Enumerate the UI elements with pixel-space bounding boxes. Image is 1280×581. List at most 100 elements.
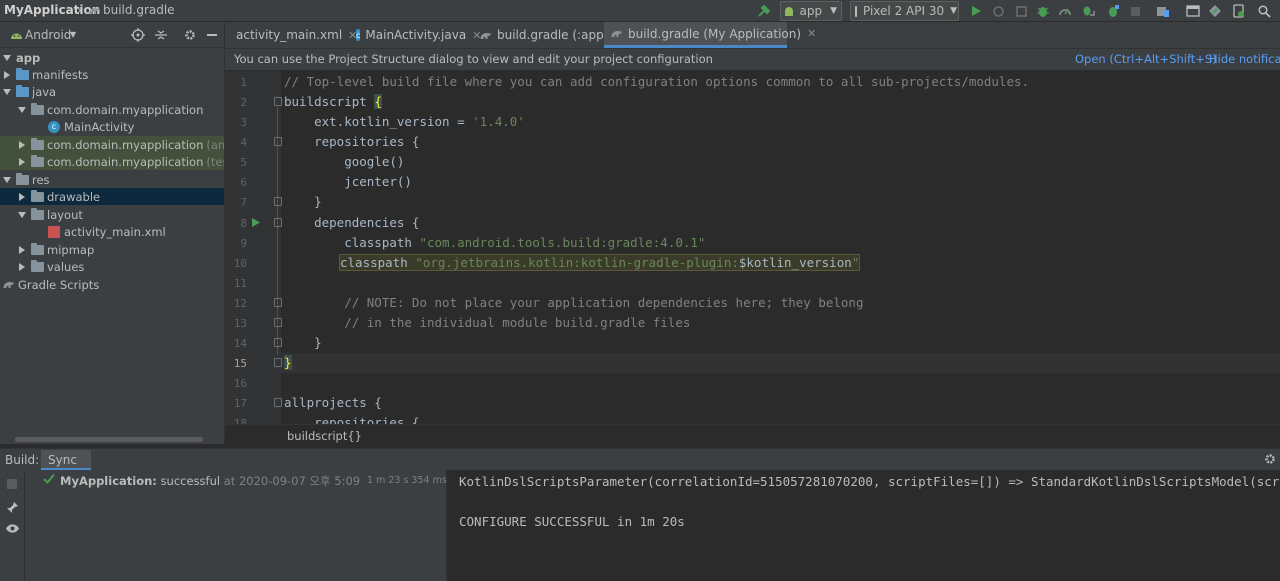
project-tree: app manifests java com.domain.myapplicat… [0, 48, 224, 444]
hide-notification-link[interactable]: Hide notificatio [1209, 52, 1280, 66]
chevron-down-icon[interactable] [2, 53, 12, 63]
tab-label: Sync [48, 453, 77, 467]
code-token: classpath [340, 255, 416, 270]
gear-icon[interactable] [183, 28, 197, 45]
fold-marker[interactable] [274, 137, 282, 146]
build-console[interactable]: KotlinDslScriptsParameter(correlationId=… [447, 470, 1280, 581]
stop-icon[interactable] [7, 479, 17, 489]
chevron-right-icon[interactable] [17, 262, 27, 272]
tree-item-res[interactable]: res [0, 171, 224, 188]
chevron-right-icon[interactable] [17, 245, 27, 255]
fold-marker[interactable] [274, 197, 282, 206]
folder-icon [31, 242, 44, 255]
tree-item-mipmap[interactable]: mipmap [0, 241, 224, 258]
chevron-right-icon[interactable] [17, 140, 27, 150]
tab-label: build.gradle (My Application) [628, 26, 802, 41]
fold-marker[interactable] [274, 298, 282, 307]
tree-item-values[interactable]: values [0, 258, 224, 275]
hide-panel-icon[interactable] [207, 34, 217, 36]
apply-code-changes-icon[interactable] [1013, 2, 1029, 20]
debug-icon[interactable] [1035, 2, 1051, 20]
line-number: 6 [240, 176, 247, 189]
profile-icon[interactable] [1057, 2, 1073, 20]
run-icon[interactable] [968, 2, 984, 20]
tree-item-gradle-scripts[interactable]: Gradle Scripts [0, 276, 224, 293]
device-select[interactable]: Pixel 2 API 30 ▼ [850, 1, 959, 21]
sdk-manager-icon[interactable] [1207, 2, 1223, 20]
line-number: 3 [240, 116, 247, 129]
run-config-select[interactable]: app ▼ [780, 1, 842, 21]
code-line-13: // in the individual module build.gradle… [284, 315, 691, 330]
line-number: 8 [240, 217, 247, 230]
code-line-6: jcenter() [284, 174, 412, 189]
tree-item-layout[interactable]: layout [0, 206, 224, 223]
search-everywhere-icon[interactable] [1256, 2, 1272, 20]
tree-item-label: manifests [32, 67, 89, 82]
run-gutter-icon[interactable] [251, 217, 261, 231]
breadcrumb-scope[interactable]: buildscript{} [287, 429, 362, 443]
code-line-3: ext.kotlin_version = '1.4.0' [284, 112, 525, 132]
java-class-icon: c [48, 120, 60, 133]
avd-manager-icon[interactable] [1230, 2, 1246, 20]
fold-marker[interactable] [274, 398, 282, 407]
chevron-right-icon[interactable] [17, 192, 27, 202]
tree-item-java[interactable]: java [0, 83, 224, 100]
tree-item-label: mipmap [47, 242, 95, 257]
fold-marker[interactable] [274, 338, 282, 347]
tree-item-package-test[interactable]: com.domain.myapplication (test) [0, 153, 224, 170]
chevron-down-icon[interactable] [2, 175, 12, 185]
build-window-header: Build: Sync ✕ [0, 448, 1280, 481]
chevron-right-icon[interactable] [2, 70, 12, 80]
pin-icon[interactable] [6, 501, 19, 517]
tab-build-gradle-app[interactable]: build.gradle (:app) ✕ [473, 22, 624, 48]
gear-icon[interactable] [1263, 452, 1277, 469]
tree-item-package[interactable]: com.domain.myapplication [0, 101, 224, 118]
project-view-mode[interactable]: Android [25, 28, 71, 42]
layout-inspector-icon[interactable] [1185, 2, 1201, 20]
chevron-down-icon[interactable] [2, 87, 12, 97]
open-project-structure-link[interactable]: Open (Ctrl+Alt+Shift+S) [1075, 52, 1217, 66]
chevron-right-icon[interactable] [17, 157, 27, 167]
tree-item-mainactivity[interactable]: c MainActivity [0, 118, 224, 135]
code-token: ext.kotlin_version = [284, 114, 473, 129]
tree-item-drawable[interactable]: drawable [0, 188, 224, 205]
chevron-down-icon[interactable] [17, 210, 27, 220]
project-horizontal-scrollbar[interactable] [15, 437, 203, 442]
device-icon [855, 5, 857, 17]
tab-build-gradle-my-application[interactable]: build.gradle (My Application) ✕ [604, 22, 816, 48]
tree-item-package-androidtest[interactable]: com.domain.myapplication (androidT [0, 136, 224, 153]
tab-activity-main-xml[interactable]: activity_main.xml ✕ [225, 22, 357, 48]
fold-marker[interactable] [274, 218, 282, 227]
apply-changes-icon[interactable] [990, 2, 1006, 20]
chevron-down-icon[interactable] [17, 105, 27, 115]
tab-mainactivity-java[interactable]: c MainActivity.java ✕ [350, 22, 481, 48]
project-structure-icon[interactable] [1155, 2, 1171, 20]
build-entry[interactable]: MyApplication: successful at 2020-09-07 … [60, 473, 360, 489]
code-line-1: // Top-level build file where you can ad… [284, 74, 1030, 89]
eye-icon[interactable] [5, 523, 20, 537]
breadcrumb-file[interactable]: build.gradle [103, 3, 175, 17]
editor-notification-bar: You can use the Project Structure dialog… [225, 49, 1280, 70]
tree-item-label: MainActivity [64, 119, 135, 134]
tree-item-manifests[interactable]: manifests [0, 66, 224, 83]
tree-item-app[interactable]: app [0, 49, 224, 66]
code-token: classpath [284, 235, 420, 250]
chevron-down-icon[interactable]: ▼ [70, 30, 76, 39]
close-icon[interactable]: ✕ [807, 27, 816, 40]
breadcrumb-project[interactable]: MyApplication [4, 3, 100, 17]
code-editor[interactable]: 1 2 3 4 5 6 7 8 9 10 11 12 13 14 15 16 1… [225, 71, 1280, 424]
collapse-all-icon[interactable] [154, 28, 168, 45]
tree-item-activity-main-xml[interactable]: activity_main.xml [0, 223, 224, 240]
fold-marker[interactable] [274, 97, 282, 106]
notification-message: You can use the Project Structure dialog… [234, 52, 713, 66]
debug-app-icon[interactable] [1105, 2, 1121, 20]
fold-marker[interactable] [274, 318, 282, 327]
make-project-icon[interactable] [756, 2, 772, 20]
stop-icon[interactable] [1127, 2, 1143, 20]
build-entry-time: at 2020-09-07 오후 5:09 [223, 474, 361, 488]
tree-item-label: activity_main.xml [64, 224, 166, 239]
locate-icon[interactable] [131, 28, 145, 45]
fold-marker[interactable] [274, 358, 282, 367]
attach-debugger-icon[interactable] [1080, 2, 1096, 20]
tab-sync[interactable]: Sync ✕ [41, 450, 91, 481]
